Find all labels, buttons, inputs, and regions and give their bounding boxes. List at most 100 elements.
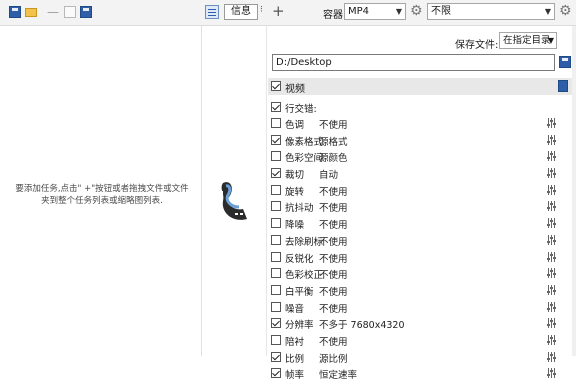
thumbnail-panel[interactable]: [202, 26, 266, 356]
adjust-icon[interactable]: [547, 218, 557, 229]
option-value: 不使用: [319, 203, 348, 215]
film-strip-icon: [221, 182, 247, 220]
adjust-icon[interactable]: [547, 284, 557, 295]
option-checkbox[interactable]: [271, 318, 281, 329]
adjust-icon[interactable]: [547, 201, 557, 212]
option-value: 不使用: [319, 236, 348, 248]
adjust-icon[interactable]: [547, 118, 557, 128]
tab-info[interactable]: 信息: [224, 4, 258, 20]
option-checkbox[interactable]: [271, 151, 281, 162]
option-name: 裁切: [285, 170, 305, 182]
container-select[interactable]: MP4 ▼: [344, 3, 406, 20]
option-value: 不使用: [319, 120, 348, 131]
option-name: 降噪: [285, 220, 305, 232]
option-row: 裁切 自动: [267, 165, 576, 182]
option-checkbox[interactable]: [271, 368, 281, 379]
gop-checkbox[interactable]: [271, 102, 281, 112]
container-value: MP4: [348, 6, 370, 17]
adjust-icon[interactable]: [547, 234, 557, 245]
save-to-select[interactable]: 在指定目录 ▼: [499, 32, 557, 49]
option-value: 源格式: [319, 136, 348, 148]
video-checkbox[interactable]: [271, 81, 281, 91]
adjust-icon[interactable]: [547, 351, 557, 362]
gear-icon[interactable]: ⚙: [410, 4, 424, 18]
option-value: 不使用: [319, 253, 348, 265]
option-name: 抗抖动: [285, 203, 314, 215]
hint-line-1: 要添加任务,点击" +"按钮或者拖拽文件或文件: [15, 184, 189, 194]
option-name: 白平衡: [285, 286, 314, 298]
option-value: 恒定速率: [319, 370, 358, 382]
option-checkbox[interactable]: [271, 168, 281, 179]
video-options-list: 色调 不使用 像素格式 源格式 色彩空间 源颜色 裁切 自动 旋转 不使用 抗抖动 不使用 降噪 不使用去…: [267, 115, 576, 382]
chevron-down-icon: ▼: [544, 7, 551, 16]
option-checkbox[interactable]: [271, 268, 281, 279]
empty-task-hint: 要添加任务,点击" +"按钮或者拖拽文件或文件 夹到整个任务列表或缩略图列表.: [6, 183, 198, 207]
file-icon[interactable]: [64, 6, 76, 18]
adjust-icon[interactable]: [547, 301, 557, 312]
option-checkbox[interactable]: [271, 284, 281, 295]
limit-select[interactable]: 不限 ▼: [427, 3, 555, 20]
output-path-field[interactable]: D:/Desktop: [272, 54, 555, 71]
option-checkbox[interactable]: [271, 301, 281, 312]
option-name: 色彩校正: [285, 270, 324, 282]
adjust-icon[interactable]: [547, 334, 557, 345]
settings-panel: 保存文件: 在指定目录 ▼ D:/Desktop 视频 行交错: 色调 不使用 像素…: [266, 26, 576, 381]
option-row: 白平衡 不使用: [267, 282, 576, 299]
adjust-icon[interactable]: [547, 151, 557, 162]
option-row: 去除刷标 不使用: [267, 232, 576, 249]
option-value: 不使用: [319, 286, 348, 298]
add-tab-button[interactable]: +: [272, 2, 285, 20]
option-row: 像素格式 源格式: [267, 132, 576, 149]
gear-icon[interactable]: ⚙: [559, 4, 573, 18]
option-checkbox[interactable]: [271, 184, 281, 195]
toolbar: — 信息 ⁝ + 容器: MP4 ▼ ⚙ 不限 ▼ ⚙: [0, 0, 576, 26]
option-checkbox[interactable]: [271, 251, 281, 262]
hint-line-2: 夹到整个任务列表或缩略图列表.: [41, 196, 163, 206]
option-value: 不多于 7680x4320: [319, 320, 405, 332]
option-checkbox[interactable]: [271, 334, 281, 345]
save-to-value: 在指定目录: [503, 35, 551, 46]
option-row: 比例 源比例: [267, 349, 576, 366]
option-checkbox[interactable]: [271, 118, 281, 128]
option-checkbox[interactable]: [271, 218, 281, 229]
save-icon[interactable]: [559, 56, 571, 68]
option-value: 不使用: [319, 336, 348, 348]
option-row: 分辨率 不多于 7680x4320: [267, 315, 576, 332]
option-checkbox[interactable]: [271, 134, 281, 145]
option-value: 不使用: [319, 186, 348, 198]
option-name: 帧率: [285, 370, 305, 382]
option-row: 抗抖动 不使用: [267, 198, 576, 215]
remove-icon[interactable]: —: [47, 5, 59, 19]
option-checkbox[interactable]: [271, 201, 281, 212]
chevron-down-icon: ▼: [547, 36, 554, 45]
adjust-icon[interactable]: [547, 318, 557, 329]
option-row: 色彩校正 不使用: [267, 265, 576, 282]
option-name: 色彩空间: [285, 153, 324, 165]
adjust-icon[interactable]: [547, 134, 557, 145]
save-to-label: 保存文件:: [455, 40, 499, 51]
option-row: 反锐化 不使用: [267, 249, 576, 266]
option-name: 陪衬: [285, 336, 305, 348]
adjust-icon[interactable]: [547, 268, 557, 279]
limit-value: 不限: [431, 6, 451, 17]
option-checkbox[interactable]: [271, 234, 281, 245]
option-value: 源颜色: [319, 153, 348, 165]
video-settings-icon[interactable]: [558, 80, 568, 92]
option-value: 自动: [319, 170, 339, 182]
adjust-icon[interactable]: [547, 368, 557, 379]
save-icon[interactable]: [9, 6, 21, 18]
tab-more-icon[interactable]: ⁝: [260, 5, 263, 15]
adjust-icon[interactable]: [547, 168, 557, 179]
list-view-icon[interactable]: [205, 5, 219, 19]
option-name: 噪音: [285, 303, 305, 315]
adjust-icon[interactable]: [547, 184, 557, 195]
video-section-label: 视频: [285, 84, 305, 95]
option-row: 旋转 不使用: [267, 182, 576, 199]
option-row: 噪音 不使用: [267, 299, 576, 316]
adjust-icon[interactable]: [547, 251, 557, 262]
task-list-panel[interactable]: 要添加任务,点击" +"按钮或者拖拽文件或文件 夹到整个任务列表或缩略图列表.: [0, 26, 202, 356]
scrollbar[interactable]: [572, 26, 576, 356]
open-folder-icon[interactable]: [25, 8, 37, 17]
option-checkbox[interactable]: [271, 351, 281, 362]
save-as-icon[interactable]: [80, 6, 92, 18]
